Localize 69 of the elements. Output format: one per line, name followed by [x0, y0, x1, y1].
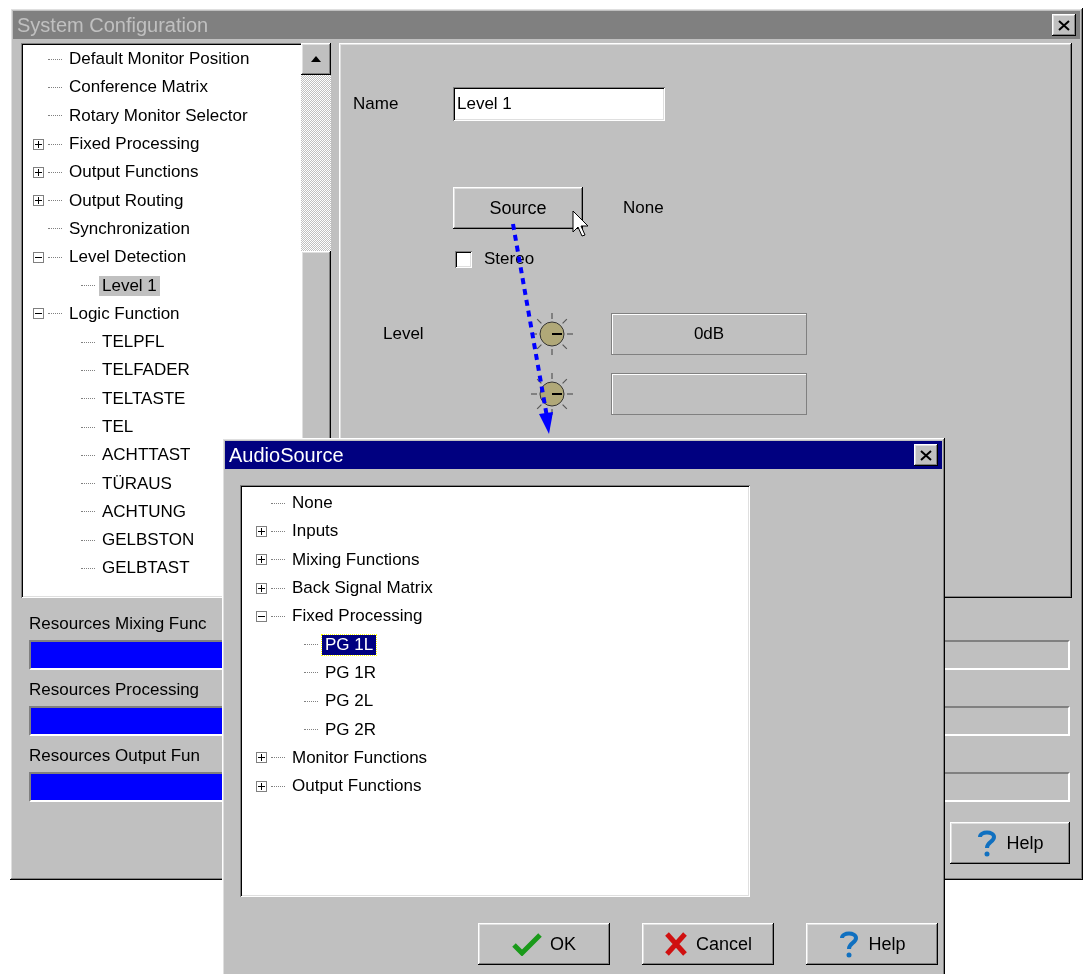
scroll-up-button[interactable]	[301, 43, 331, 75]
expand-box[interactable]	[33, 166, 44, 178]
tree-item[interactable]: TELTASTE	[99, 388, 189, 409]
expand-box[interactable]	[256, 525, 267, 537]
source-button[interactable]: Source	[453, 187, 583, 229]
tree-item[interactable]: Output Routing	[66, 190, 187, 211]
level-display: 0dB	[611, 313, 807, 355]
tree-item[interactable]: PG 1R	[322, 662, 380, 683]
close-button[interactable]	[914, 444, 938, 466]
tree-item[interactable]: ACHTTAST	[99, 445, 194, 466]
question-icon	[838, 930, 861, 958]
tree-item[interactable]: Mixing Functions	[289, 549, 423, 570]
tree-item[interactable]: Conference Matrix	[66, 77, 211, 98]
name-field[interactable]: Level 1	[453, 87, 665, 121]
tree-item[interactable]: Monitor Functions	[289, 747, 431, 768]
tree-item[interactable]: Back Signal Matrix	[289, 578, 436, 599]
tree-item[interactable]: Synchronization	[66, 218, 193, 239]
tree-item[interactable]: Rotary Monitor Selector	[66, 105, 251, 126]
ok-button[interactable]: OK	[478, 923, 610, 965]
source-value: None	[623, 198, 664, 218]
tree-item[interactable]: TELPFL	[99, 332, 168, 353]
tree-item[interactable]: TELFADER	[99, 360, 193, 381]
up-arrow-icon	[311, 56, 321, 62]
tree-item[interactable]: Fixed Processing	[289, 606, 426, 627]
tree-item[interactable]: Inputs	[289, 521, 342, 542]
collapse-box[interactable]	[33, 308, 44, 320]
close-button[interactable]	[1052, 14, 1076, 36]
mouse-cursor-icon	[572, 210, 590, 238]
resource-label: Resources Output Fun	[29, 746, 201, 766]
expand-box[interactable]	[256, 554, 267, 566]
tree-item[interactable]: PG 2R	[322, 719, 380, 740]
close-icon	[920, 449, 932, 461]
question-icon	[976, 829, 999, 857]
tree-item[interactable]: Level 1	[99, 275, 160, 296]
window-title: System Configuration	[17, 13, 209, 37]
level-label: Level	[383, 324, 425, 344]
checkmark-icon	[512, 932, 542, 956]
dialog-title: AudioSource	[229, 443, 344, 467]
tree-item[interactable]: GELBTAST	[99, 558, 193, 579]
stereo-label: Stereo	[484, 249, 535, 269]
tree-item[interactable]: Output Functions	[289, 776, 425, 797]
expand-box[interactable]	[256, 752, 267, 764]
tree-item[interactable]: Output Functions	[66, 162, 202, 183]
expand-box[interactable]	[256, 780, 267, 792]
expand-box[interactable]	[33, 138, 44, 150]
cancel-button[interactable]: Cancel	[642, 923, 774, 965]
tree-item[interactable]: ACHTUNG	[99, 501, 190, 522]
name-label: Name	[353, 94, 400, 114]
help-button[interactable]: Help	[806, 923, 938, 965]
tree-item[interactable]: Level Detection	[66, 247, 190, 268]
expand-box[interactable]	[256, 582, 267, 594]
cross-icon	[664, 931, 688, 957]
tree-item[interactable]: PG 1L	[322, 634, 377, 655]
expand-box[interactable]	[33, 195, 44, 207]
tree-item[interactable]: PG 2L	[322, 691, 377, 712]
collapse-box[interactable]	[33, 251, 44, 263]
tree-item[interactable]: Logic Function	[66, 303, 183, 324]
help-button[interactable]: Help	[950, 822, 1070, 864]
stereo-checkbox[interactable]	[455, 250, 472, 268]
resource-label: Resources Mixing Func	[29, 614, 207, 634]
tree-item[interactable]: TÜRAUS	[99, 473, 175, 494]
tree-item[interactable]: GELBSTON	[99, 530, 198, 551]
collapse-box[interactable]	[256, 610, 267, 622]
tree-item[interactable]: Fixed Processing	[66, 134, 203, 155]
tree-item[interactable]: None	[289, 493, 336, 514]
resource-label: Resources Processing	[29, 680, 200, 700]
close-icon	[1058, 19, 1070, 31]
tree-item[interactable]: Default Monitor Position	[66, 49, 253, 70]
tree-item[interactable]: TEL	[99, 417, 137, 437]
